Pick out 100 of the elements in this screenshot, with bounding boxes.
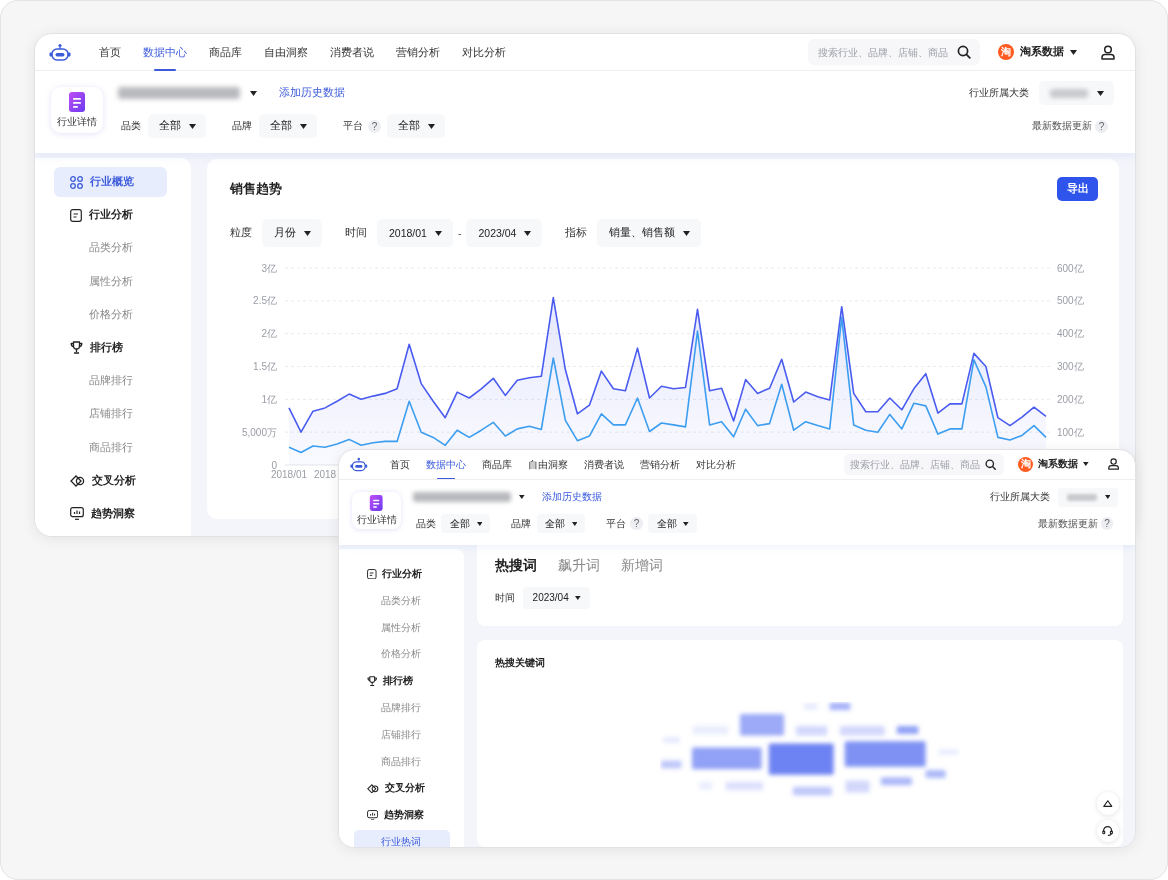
headset-icon (1102, 825, 1114, 837)
filter-label: 平台 (606, 516, 627, 531)
sidebar-item[interactable]: 行业热词 (354, 829, 451, 847)
control-label: 时间 (345, 226, 367, 240)
filter-dropdown[interactable]: 全部 (536, 513, 586, 534)
caret-icon (1070, 49, 1077, 55)
option-dropdown[interactable]: 2023/04 (466, 219, 543, 247)
sidebar-item[interactable]: 店铺排行 (54, 399, 167, 430)
y-axis-label: 1.5亿 (253, 361, 277, 372)
filter-dropdown[interactable]: 全部 (387, 114, 445, 138)
user-icon[interactable] (1101, 44, 1115, 60)
search-icon[interactable] (957, 45, 971, 59)
keyword-tab[interactable]: 热搜词 (495, 551, 537, 581)
filter-dropdown[interactable]: 全部 (148, 114, 206, 138)
caret-icon (1083, 462, 1089, 467)
help-icon[interactable]: ? (630, 517, 643, 530)
keyword-tab[interactable]: 新增词 (620, 551, 663, 581)
filter-dropdown[interactable]: 全部 (441, 513, 491, 534)
option-dropdown[interactable]: 销量、销售额 (597, 219, 702, 247)
user-icon[interactable] (1107, 458, 1119, 471)
option-dropdown[interactable]: 月份 (262, 219, 322, 247)
caret-icon (683, 230, 691, 236)
filter-label: 品类 (121, 119, 141, 133)
platform-switcher[interactable]: 淘 淘系数据 (1018, 456, 1089, 472)
nav-tab[interactable]: 数据中心 (143, 34, 187, 71)
y-axis-label: 5,000万 (241, 426, 277, 438)
caret-up-icon (1103, 800, 1113, 808)
caret-icon (300, 123, 307, 129)
caret-icon (304, 230, 311, 236)
nav-tab[interactable]: 对比分析 (696, 450, 737, 480)
help-icon[interactable]: ? (1100, 517, 1114, 530)
card-title: 热搜关键词 (495, 655, 546, 670)
blurred-value-drawing (1067, 493, 1098, 501)
document-icon (68, 91, 86, 112)
filter-label: 品牌 (232, 119, 252, 133)
nav-tab[interactable]: 首页 (390, 450, 411, 480)
nav-tab[interactable]: 消费者说 (584, 450, 625, 480)
nav-tab[interactable]: 自由洞察 (264, 34, 308, 71)
nav-tab[interactable]: 自由洞察 (528, 450, 569, 480)
category-label: 行业所属大类 (990, 490, 1051, 505)
add-history-link[interactable]: 添加历史数据 (279, 86, 345, 100)
robot-icon (49, 42, 71, 62)
caret-icon[interactable] (519, 495, 525, 500)
sidebar-item[interactable]: 品牌排行 (54, 366, 167, 397)
export-button[interactable]: 导出 (1057, 177, 1098, 201)
nav-tab[interactable]: 首页 (99, 34, 121, 71)
help-icon[interactable]: ? (368, 119, 381, 133)
keyword-tab[interactable]: 飙升词 (557, 551, 600, 581)
sidebar-item[interactable]: 交叉分析 (54, 465, 167, 496)
nav-tab[interactable]: 商品库 (482, 450, 513, 480)
sidebar-item[interactable]: 品牌排行 (354, 695, 451, 720)
option-dropdown[interactable]: 2018/01 (377, 219, 453, 247)
sidebar-item[interactable]: 店铺排行 (354, 722, 451, 747)
sidebar-item[interactable]: 品类分析 (354, 588, 451, 613)
filter-label: 品牌 (510, 516, 531, 531)
filter-dropdown[interactable]: 全部 (647, 513, 697, 534)
search-icon[interactable] (985, 458, 997, 470)
monitor-icon (70, 507, 84, 521)
caret-icon (575, 595, 581, 600)
sidebar-item[interactable]: 商品排行 (54, 432, 167, 463)
sidebar-item[interactable]: 交叉分析 (354, 776, 451, 801)
caret-icon[interactable] (250, 90, 257, 96)
y-axis-label: 2.5亿 (253, 295, 277, 307)
sidebar-item[interactable]: 商品排行 (354, 749, 451, 774)
caret-icon (428, 123, 435, 129)
sidebar-item[interactable]: 价格分析 (354, 642, 451, 667)
sidebar-item[interactable]: 行业分析 (54, 200, 167, 231)
y-axis-label: 600亿 (1057, 262, 1084, 274)
nav-tab[interactable]: 营销分析 (396, 34, 440, 71)
help-icon[interactable]: ? (1095, 119, 1108, 133)
sidebar-item[interactable]: 排行榜 (54, 332, 167, 363)
add-history-link[interactable]: 添加历史数据 (542, 490, 603, 505)
nav-tab[interactable]: 消费者说 (330, 34, 374, 71)
sidebar-item[interactable]: 行业概览 (54, 167, 167, 197)
control-label: 指标 (565, 226, 588, 240)
search-field[interactable]: 搜索行业、品牌、店铺、商品 (808, 39, 980, 65)
caret-icon (571, 521, 578, 526)
category-label: 行业所属大类 (969, 86, 1029, 100)
nav-tab[interactable]: 营销分析 (640, 450, 681, 480)
caret-icon (434, 230, 442, 236)
nav-tab[interactable]: 数据中心 (426, 450, 467, 480)
sidebar-item[interactable]: 品类分析 (54, 233, 167, 264)
y-axis-label: 100亿 (1057, 426, 1084, 438)
sidebar-item[interactable]: 属性分析 (54, 266, 167, 297)
nav-tab[interactable]: 商品库 (209, 34, 242, 71)
y-axis-label: 3亿 (261, 262, 277, 274)
cross-analysis-icon (70, 474, 85, 487)
nav-tab[interactable]: 对比分析 (462, 34, 506, 71)
grid-icon (70, 175, 83, 189)
search-field[interactable]: 搜索行业、品牌、店铺、商品 (843, 453, 1004, 475)
filter-dropdown[interactable]: 全部 (259, 114, 317, 138)
control-label: 粒度 (230, 226, 252, 240)
sidebar-item[interactable]: 趋势洞察 (54, 498, 167, 529)
sidebar-item[interactable]: 行业分析 (354, 562, 451, 586)
sidebar-item[interactable]: 价格分析 (54, 299, 167, 330)
platform-switcher[interactable]: 淘 淘系数据 (998, 44, 1077, 60)
option-dropdown[interactable]: 2023/04 (523, 586, 590, 610)
sidebar-item[interactable]: 排行榜 (354, 669, 451, 694)
sidebar-item[interactable]: 属性分析 (354, 615, 451, 640)
sidebar-item[interactable]: 趋势洞察 (354, 803, 451, 828)
